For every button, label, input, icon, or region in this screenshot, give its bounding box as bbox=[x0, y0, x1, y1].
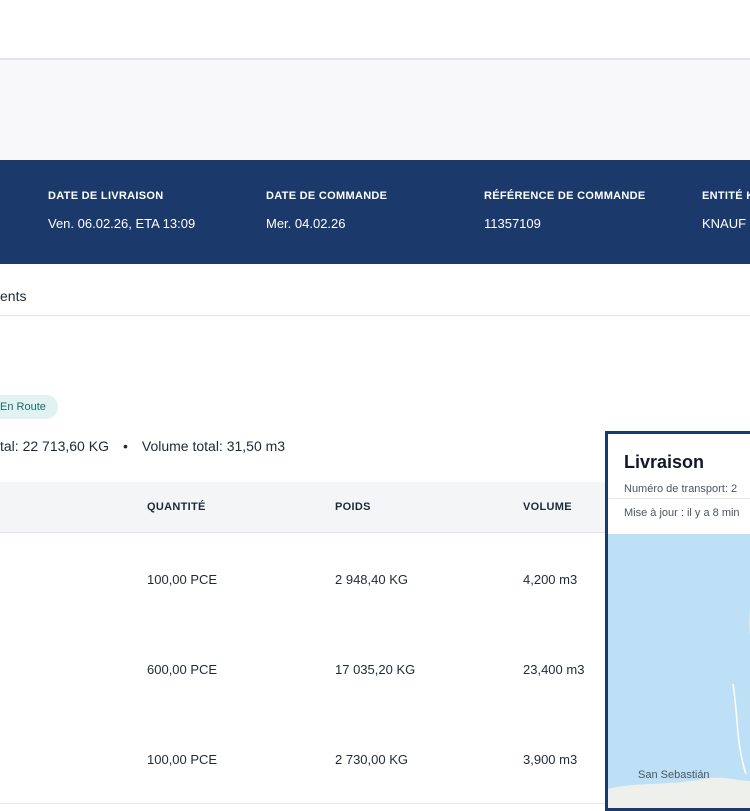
cell-weight: 2 730,00 KG bbox=[335, 752, 408, 767]
entity-label: ENTITÉ K bbox=[702, 190, 750, 202]
order-date-label: DATE DE COMMANDE bbox=[266, 190, 388, 202]
column-header-weight: POIDS bbox=[335, 501, 371, 513]
cell-weight: 2 948,40 KG bbox=[335, 572, 408, 587]
tracking-map[interactable]: San Sebastián bbox=[608, 534, 750, 808]
delivery-date-label: DATE DE LIVRAISON bbox=[48, 190, 164, 202]
order-summary-bar: DATE DE LIVRAISON Ven. 06.02.26, ETA 13:… bbox=[0, 160, 750, 264]
top-navigation-bar bbox=[0, 0, 750, 60]
order-reference-value: 11357109 bbox=[484, 216, 541, 231]
entity-value: KNAUF B bbox=[702, 216, 750, 231]
cell-volume: 3,900 m3 bbox=[523, 752, 578, 767]
column-header-quantity: QUANTITÉ bbox=[147, 501, 206, 513]
cell-volume: 4,200 m3 bbox=[523, 572, 578, 587]
order-date-block: DATE DE COMMANDE Mer. 04.02.26 bbox=[266, 190, 387, 231]
delivery-map-card: Livraison Numéro de transport: 2 Mise à … bbox=[605, 431, 750, 811]
order-date-value: Mer. 04.02.26 bbox=[266, 216, 346, 231]
tabs-row: ents bbox=[0, 264, 750, 316]
map-city-label: San Sebastián bbox=[638, 769, 710, 781]
map-card-divider bbox=[608, 498, 750, 499]
entity-block: ENTITÉ K KNAUF B bbox=[702, 190, 750, 231]
total-volume: Volume total: 31,50 m3 bbox=[141, 438, 286, 454]
totals-separator: • bbox=[122, 438, 128, 454]
map-card-title: Livraison bbox=[624, 452, 705, 472]
cell-quantity: 600,00 PCE bbox=[147, 662, 218, 677]
last-updated: Mise à jour : il y a 8 min bbox=[624, 507, 740, 519]
order-reference-block: RÉFÉRENCE DE COMMANDE 11357109 bbox=[484, 190, 646, 231]
total-weight: tal: 22 713,60 KG bbox=[0, 438, 109, 454]
cell-quantity: 100,00 PCE bbox=[147, 572, 218, 587]
column-header-volume: VOLUME bbox=[523, 501, 572, 513]
cell-quantity: 100,00 PCE bbox=[147, 752, 218, 767]
order-reference-label: RÉFÉRENCE DE COMMANDE bbox=[484, 190, 646, 202]
page-subheader bbox=[0, 60, 750, 160]
transport-number: Numéro de transport: 2 bbox=[624, 483, 738, 495]
cell-weight: 17 035,20 KG bbox=[335, 662, 416, 677]
status-badge: En Route bbox=[0, 395, 58, 419]
delivery-date-value: Ven. 06.02.26, ETA 13:09 bbox=[48, 216, 196, 231]
tab-shipments[interactable]: ents bbox=[0, 288, 26, 304]
delivery-date-block: DATE DE LIVRAISON Ven. 06.02.26, ETA 13:… bbox=[48, 190, 195, 231]
cell-volume: 23,400 m3 bbox=[523, 662, 585, 677]
totals-summary: tal: 22 713,60 KG • Volume total: 31,50 m3 bbox=[0, 438, 285, 454]
